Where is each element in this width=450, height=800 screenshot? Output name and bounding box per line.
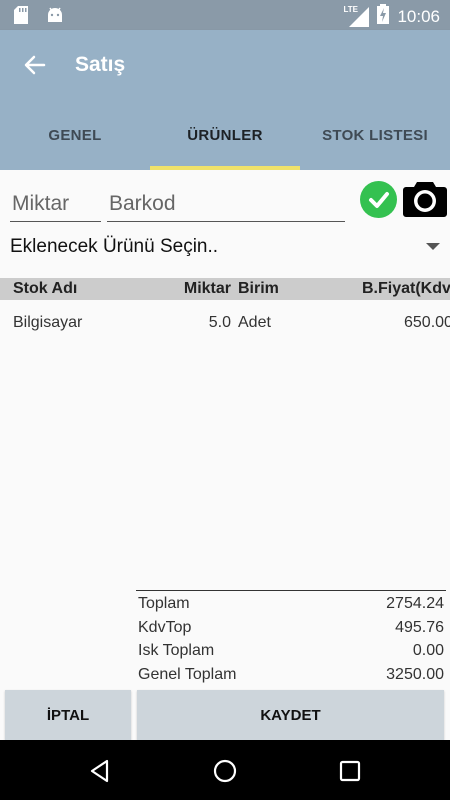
quantity-field-wrapper bbox=[10, 188, 101, 222]
column-header-price: B.Fiyat(Kdv bbox=[362, 280, 450, 297]
totals-panel: Toplam 2754.24 KdvTop 495.76 Isk Toplam … bbox=[136, 590, 446, 685]
discount-total-row: Isk Toplam 0.00 bbox=[136, 638, 446, 662]
android-icon bbox=[46, 6, 64, 29]
barcode-input[interactable] bbox=[107, 188, 345, 220]
home-circle-icon[interactable] bbox=[212, 758, 238, 784]
cell-stock-name: Bilgisayar bbox=[13, 314, 83, 331]
app-bar: Satış bbox=[0, 30, 450, 100]
column-header-stock-name: Stok Adı bbox=[13, 280, 78, 297]
cell-unit: Adet bbox=[238, 314, 271, 331]
page-title: Satış bbox=[75, 53, 126, 76]
lte-signal-icon: LTE bbox=[343, 5, 370, 27]
barcode-field-wrapper bbox=[107, 188, 345, 222]
table-row[interactable]: Bilgisayar 5.0 Adet 650.00 bbox=[0, 312, 450, 336]
cancel-button[interactable]: İPTAL bbox=[5, 690, 131, 740]
check-icon bbox=[368, 191, 389, 208]
product-select[interactable]: Eklenecek Ürünü Seçin.. bbox=[0, 230, 450, 266]
system-nav-bar bbox=[0, 740, 450, 800]
vat-total-row: KdvTop 495.76 bbox=[136, 615, 446, 639]
column-header-unit: Birim bbox=[238, 280, 279, 297]
vat-total-value: 495.76 bbox=[395, 618, 444, 636]
grand-total-value: 3250.00 bbox=[386, 665, 444, 683]
battery-charging-icon bbox=[377, 4, 390, 29]
cell-quantity: 5.0 bbox=[208, 314, 231, 331]
discount-total-label: Isk Toplam bbox=[138, 642, 215, 659]
cell-price: 650.00 bbox=[404, 314, 450, 331]
status-bar: LTE 10:06 bbox=[0, 0, 450, 30]
camera-button[interactable] bbox=[402, 180, 448, 218]
confirm-button[interactable] bbox=[360, 181, 397, 218]
tab-bar: GENEL ÜRÜNLER STOK LISTESI bbox=[0, 100, 450, 170]
camera-icon bbox=[403, 182, 447, 217]
column-header-quantity: Miktar bbox=[183, 280, 231, 297]
status-time: 10:06 bbox=[397, 6, 440, 26]
back-arrow-icon[interactable] bbox=[22, 52, 48, 78]
total-value: 2754.24 bbox=[386, 595, 444, 612]
product-select-label: Eklenecek Ürünü Seçin.. bbox=[10, 236, 219, 257]
tab-stok-listesi[interactable]: STOK LISTESI bbox=[300, 100, 450, 170]
recents-square-icon[interactable] bbox=[337, 758, 363, 784]
tab-genel[interactable]: GENEL bbox=[0, 100, 150, 170]
table-header: Stok Adı Miktar Birim B.Fiyat(Kdv bbox=[0, 278, 450, 300]
grand-total-label: Genel Toplam bbox=[138, 665, 237, 683]
back-triangle-icon[interactable] bbox=[87, 758, 113, 784]
discount-total-value: 0.00 bbox=[412, 642, 444, 659]
vat-total-label: KdvTop bbox=[138, 618, 192, 636]
active-tab-indicator bbox=[150, 166, 300, 170]
tab-urunler[interactable]: ÜRÜNLER bbox=[150, 100, 300, 170]
dropdown-caret-icon bbox=[426, 243, 440, 250]
network-label: LTE bbox=[343, 4, 358, 14]
quantity-input[interactable] bbox=[10, 188, 101, 220]
save-button[interactable]: KAYDET bbox=[137, 690, 444, 740]
grand-total-row: Genel Toplam 3250.00 bbox=[136, 662, 446, 686]
sd-card-icon bbox=[14, 6, 30, 29]
total-row: Toplam 2754.24 bbox=[136, 591, 446, 615]
total-label: Toplam bbox=[138, 595, 190, 612]
